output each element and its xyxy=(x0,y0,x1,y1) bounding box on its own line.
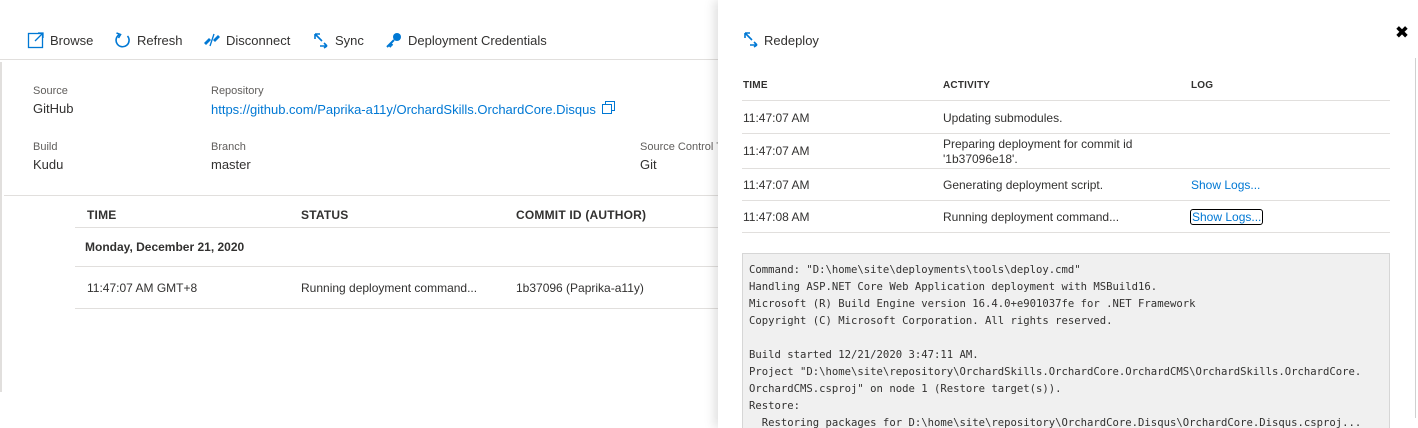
copy-icon[interactable] xyxy=(601,101,615,117)
branch-label: Branch xyxy=(211,141,246,153)
browse-button[interactable]: Browse xyxy=(26,29,93,51)
build-value: Kudu xyxy=(33,157,64,172)
date-group-title: Monday, December 21, 2020 xyxy=(85,240,245,254)
row-time: 11:47:07 AM GMT+8 xyxy=(87,281,198,295)
repository-url: https://github.com/Paprika-a11y/OrchardS… xyxy=(211,101,596,117)
column-header-time[interactable]: TIME xyxy=(87,208,116,222)
deployment-credentials-label: Deployment Credentials xyxy=(408,32,547,48)
activity-time: 11:47:07 AM xyxy=(743,111,810,125)
activity-row-divider xyxy=(742,133,1390,134)
refresh-button[interactable]: Refresh xyxy=(113,29,183,51)
grid-row-divider xyxy=(75,308,718,309)
log-line: Microsoft (R) Build Engine version 16.4.… xyxy=(749,298,1196,310)
activity-time: 11:47:07 AM xyxy=(743,144,810,158)
grid-header-divider xyxy=(75,227,718,228)
repository-label: Repository xyxy=(211,85,264,97)
activity-text: Generating deployment script. xyxy=(943,178,1104,192)
activity-row-divider xyxy=(742,232,1390,233)
activity-text: Updating submodules. xyxy=(943,111,1063,125)
source-control-type-label: Source Control T xyxy=(640,141,718,153)
row-status: Running deployment command... xyxy=(301,281,478,295)
show-logs-link[interactable]: Show Logs... xyxy=(1191,178,1260,192)
browse-label: Browse xyxy=(50,32,94,48)
sync-button[interactable]: Sync xyxy=(311,29,364,51)
deployment-center-main: Browse Refresh Disconnect Sync Deploymen… xyxy=(0,0,718,428)
redeploy-button[interactable]: Redeploy xyxy=(742,30,819,50)
sync-label: Sync xyxy=(335,32,364,48)
disconnect-label: Disconnect xyxy=(226,32,291,48)
log-line: Restore: xyxy=(749,400,801,412)
left-edge xyxy=(0,62,4,392)
log-line: Build started 12/21/2020 3:47:11 AM. xyxy=(749,349,979,361)
activity-text: Preparing deployment for commit id '1b37… xyxy=(943,137,1133,166)
redeploy-label: Redeploy xyxy=(764,32,819,48)
column-header-commit[interactable]: COMMIT ID (AUTHOR) xyxy=(516,208,646,222)
repository-link[interactable]: https://github.com/Paprika-a11y/OrchardS… xyxy=(211,101,615,117)
log-line: OrchardCMS.csproj" on node 1 (Restore ta… xyxy=(749,383,1062,395)
column-header-status[interactable]: STATUS xyxy=(301,208,348,222)
activity-row-divider xyxy=(742,168,1390,169)
deployment-credentials-button[interactable]: Deployment Credentials xyxy=(384,29,547,51)
show-logs-link[interactable]: Show Logs... xyxy=(1189,209,1264,225)
branch-value: master xyxy=(211,157,251,172)
log-line: Copyright (C) Microsoft Corporation. All… xyxy=(749,315,1113,327)
activity-text: Running deployment command... xyxy=(943,210,1120,224)
column-header-log[interactable]: LOG xyxy=(1191,80,1213,91)
log-line: Handling ASP.NET Core Web Application de… xyxy=(749,281,1158,293)
disconnect-button[interactable]: Disconnect xyxy=(202,29,290,51)
activity-header-divider xyxy=(742,100,1390,101)
log-line: Command: "D:\home\site\deployments\tools… xyxy=(749,264,1081,276)
disconnect-icon xyxy=(202,30,222,50)
blade-scrollbar[interactable] xyxy=(1412,58,1416,418)
key-icon xyxy=(384,30,404,50)
browse-icon xyxy=(26,30,46,50)
log-line: Project "D:\home\site\repository\Orchard… xyxy=(749,366,1362,378)
redeploy-icon xyxy=(742,30,760,51)
source-label: Source xyxy=(33,85,68,97)
sync-icon xyxy=(311,30,331,50)
deployment-logs-blade: ✖ Redeploy TIME ACTIVITY LOG 11:47:07 AM… xyxy=(718,0,1418,428)
log-output[interactable]: Command: "D:\home\site\deployments\tools… xyxy=(742,253,1390,428)
activity-row-divider xyxy=(742,200,1390,201)
source-value: GitHub xyxy=(33,101,74,116)
refresh-icon xyxy=(113,30,133,50)
column-header-activity[interactable]: ACTIVITY xyxy=(943,80,990,91)
column-header-time[interactable]: TIME xyxy=(743,80,768,91)
close-icon[interactable]: ✖ xyxy=(1394,24,1410,42)
log-line: Restoring packages for D:\home\site\repo… xyxy=(749,417,1362,428)
activity-time: 11:47:07 AM xyxy=(743,178,810,192)
toolbar: Browse Refresh Disconnect Sync Deploymen… xyxy=(0,0,718,60)
source-control-type-value: Git xyxy=(640,157,657,172)
build-label: Build xyxy=(33,141,58,153)
section-divider xyxy=(4,195,718,196)
grid-group-divider xyxy=(75,266,718,267)
refresh-label: Refresh xyxy=(137,32,183,48)
activity-time: 11:47:08 AM xyxy=(743,210,810,224)
row-commit: 1b37096 (Paprika-a11y) xyxy=(516,281,644,295)
